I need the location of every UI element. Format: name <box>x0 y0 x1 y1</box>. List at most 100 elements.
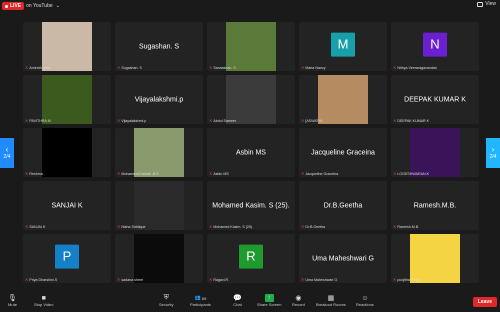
participant-tile[interactable]: Sugashan. S ✕ Sugashan. S <box>115 22 203 71</box>
muted-microphone-icon: ✕ <box>25 118 29 123</box>
participant-display-name: Ramesh.M.B. <box>413 202 457 209</box>
participant-name: Jacqueline Graceina <box>305 171 339 176</box>
participant-label: ✕ Amirath Amir <box>25 65 50 70</box>
participant-tile[interactable]: R ✕ Ragavi.R <box>207 234 295 283</box>
smiley-icon: ☺ <box>361 294 369 302</box>
participant-display-name: Vijayalakshmi.p <box>134 96 184 103</box>
leave-button[interactable]: Leave <box>472 297 497 307</box>
participant-name: Maria Nancy <box>305 65 326 70</box>
muted-microphone-icon: ✕ <box>209 171 213 176</box>
participant-video <box>226 22 276 71</box>
live-dot-icon <box>5 4 8 8</box>
muted-microphone-icon: ✕ <box>393 277 397 282</box>
participant-tile[interactable]: SANJAI K ✕ SANJAI K <box>23 181 111 230</box>
muted-microphone-icon: ✕ <box>393 65 397 70</box>
view-label: View <box>485 1 496 7</box>
muted-microphone-icon: ✕ <box>117 224 121 229</box>
participant-tile[interactable]: Vijayalakshmi.p ✕ Vijayalakshmi.p <box>115 75 203 124</box>
share-screen-button[interactable]: ↑ Share Screen <box>257 294 281 307</box>
chat-button[interactable]: 💬 Chat <box>233 294 242 307</box>
participant-label: ✕ Ragavi.R <box>209 277 228 282</box>
security-label: Security <box>159 302 174 307</box>
muted-microphone-icon: ✕ <box>117 171 121 176</box>
participant-tile[interactable]: ✕ poojitha Pooja <box>391 234 479 283</box>
participant-tile[interactable]: ✕ Nisha Siddique <box>115 181 203 230</box>
participant-name: Nisha Siddique <box>121 224 146 229</box>
participant-tile[interactable]: ✕ Amirath Amir <box>23 22 111 71</box>
participant-tile[interactable]: ✕ Reshma <box>23 128 111 177</box>
participant-tile[interactable]: ✕ Mohammed Ismail .B.S <box>115 128 203 177</box>
participant-tile[interactable]: Asbin MS ✕ Asbin MS <box>207 128 295 177</box>
next-page-button[interactable]: › 2/4 <box>486 138 500 168</box>
participant-name: [ASWATH] <box>305 118 323 123</box>
participant-display-name: SANJAI K <box>51 202 83 209</box>
participant-avatar: M <box>331 32 355 57</box>
previous-page-button[interactable]: ‹ 2/4 <box>0 138 14 168</box>
participant-label: ✕ Dr.B.Geetha <box>301 224 325 229</box>
muted-microphone-icon: ✕ <box>393 118 397 123</box>
participant-tile[interactable]: P ✕ Priya Dharshini.S <box>23 234 111 283</box>
participant-label: ✕ poojitha Pooja <box>393 277 420 282</box>
participant-tile[interactable]: N ✕ Nithya Veeraragavandan <box>391 22 479 71</box>
reactions-button[interactable]: ☺ Reactions <box>356 294 374 308</box>
participant-label: ✕ sadana shree <box>117 277 143 282</box>
participant-label: ✕ Sugashan. S <box>117 65 142 70</box>
participant-display-name: Sugashan. S <box>138 43 180 50</box>
participant-display-name: Dr.B.Geetha <box>323 202 363 209</box>
record-button[interactable]: ◉ Record <box>292 294 305 307</box>
security-button[interactable]: ⛨ Security <box>159 294 173 307</box>
participant-name: Reshma <box>29 171 43 176</box>
mute-button[interactable]: 🎙 Mute <box>8 294 17 307</box>
participant-tile[interactable]: Ramesh.M.B. ✕ Ramesh.M.B. <box>391 181 479 230</box>
participant-label: ✕ Mohammed Ismail .B.S <box>117 171 159 176</box>
participant-video <box>134 181 184 230</box>
participant-tile[interactable]: Jacqueline Graceina ✕ Jacqueline Graceina <box>299 128 387 177</box>
participant-tile[interactable]: ✕ sadana shree <box>115 234 203 283</box>
participant-tile[interactable]: ✕ Sarwashan. S <box>207 22 295 71</box>
participant-label: ✕ PAVITHRA M <box>25 118 51 123</box>
participants-icon: 👥 69 <box>194 295 207 301</box>
participant-avatar: R <box>239 244 263 269</box>
video-camera-icon: ■ <box>41 294 46 302</box>
participant-tile[interactable]: ✕ LOGESHWARAN.K <box>391 128 479 177</box>
participant-video <box>318 75 368 124</box>
stop-video-button[interactable]: ■ Stop Video <box>34 294 54 308</box>
mute-label: Mute <box>8 302 17 307</box>
breakout-rooms-button[interactable]: ▦ Breakout Rooms <box>316 294 346 307</box>
participant-label: ✕ Nithya Veeraragavandan <box>393 65 437 70</box>
participant-tile[interactable]: ✕ PAVITHRA M <box>23 75 111 124</box>
chevron-down-icon[interactable]: ⌄ <box>56 3 60 9</box>
participant-avatar: N <box>423 32 447 57</box>
participants-button[interactable]: 👥 69 Participants <box>190 294 211 307</box>
participant-tile[interactable]: Uma Maheshwari G ✕ Uma Maheshwari G <box>299 234 387 283</box>
participant-label: ✕ Vijayalakshmi.p <box>117 118 146 123</box>
participant-tile[interactable]: ✕ Abdul Sameer <box>207 75 295 124</box>
breakout-rooms-icon: ▦ <box>327 295 335 302</box>
reactions-label: Reactions <box>356 302 374 307</box>
participant-tile[interactable]: M ✕ Maria Nancy <box>299 22 387 71</box>
participant-tile[interactable]: ✕ [ASWATH] <box>299 75 387 124</box>
participant-tile[interactable]: Dr.B.Geetha ✕ Dr.B.Geetha <box>299 181 387 230</box>
participant-tile[interactable]: DEEPAK KUMAR K ✕ DEEPAK KUMAR K <box>391 75 479 124</box>
chevron-right-icon: › <box>491 145 495 154</box>
muted-microphone-icon: ✕ <box>209 65 213 70</box>
participant-display-name: Uma Maheshwari G <box>312 255 374 262</box>
participant-label: ✕ Sarwashan. S <box>209 65 236 70</box>
participant-video <box>42 22 92 71</box>
participant-name: Vijayalakshmi.p <box>121 118 147 123</box>
participant-name: DEEPAK KUMAR K <box>397 118 430 123</box>
grid-view-icon <box>477 1 484 7</box>
participant-tile[interactable]: Mohamed Kasim. S (25). ✕ Mohamed Kasim. S … <box>207 181 295 230</box>
muted-microphone-icon: ✕ <box>301 118 305 123</box>
live-status[interactable]: LIVE on YouTube ⌄ <box>2 2 60 10</box>
participant-name: LOGESHWARAN.K <box>397 171 429 176</box>
chevron-left-icon: ‹ <box>5 145 9 154</box>
participant-display-name: Jacqueline Graceina <box>311 149 375 156</box>
participant-label: ✕ Abdul Sameer <box>209 118 236 123</box>
participant-label: ✕ Priya Dharshini.S <box>25 277 57 282</box>
page-indicator-right: 2/4 <box>489 154 497 160</box>
muted-microphone-icon: ✕ <box>393 171 397 176</box>
participant-video <box>42 128 92 177</box>
participant-name: poojitha Pooja <box>397 277 421 282</box>
view-button[interactable]: View <box>477 1 496 7</box>
